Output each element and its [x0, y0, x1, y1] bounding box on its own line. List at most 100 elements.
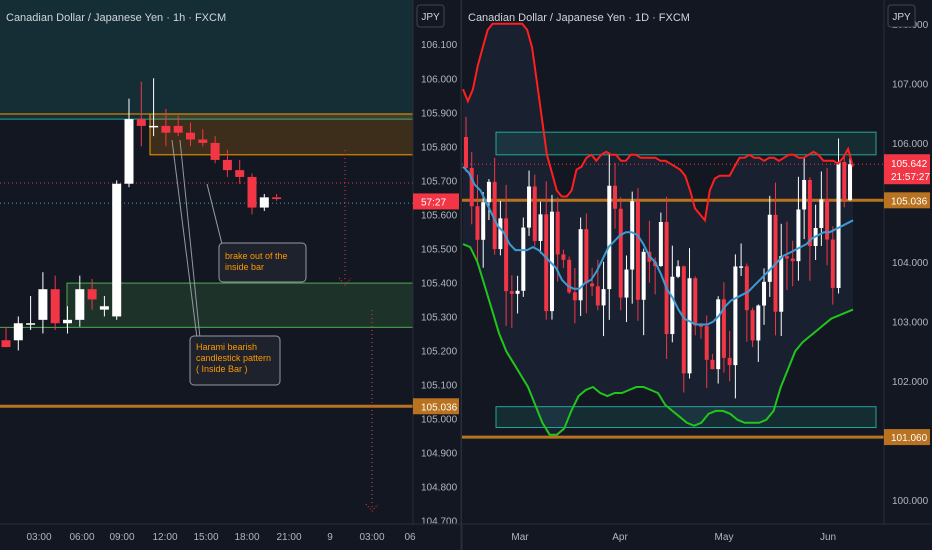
hourly-candle-body: [50, 289, 60, 324]
daily-candle-body: [618, 208, 623, 298]
hourly-candle-body: [222, 159, 232, 171]
hourly-candle-body: [173, 125, 183, 133]
daily-candle-body: [756, 305, 761, 341]
daily-candle-body: [601, 289, 606, 306]
daily-candle-body: [624, 269, 629, 298]
daily-candle-body: [716, 299, 721, 370]
daily-currency-label: JPY: [892, 12, 911, 23]
daily-price-tick: 107.000: [892, 79, 929, 90]
daily-candle-body: [515, 290, 520, 294]
daily-price-label: 105.642: [891, 159, 928, 170]
daily-candle-body: [807, 179, 812, 247]
hourly-candle-body: [112, 183, 122, 317]
daily-candle-body: [670, 276, 675, 335]
daily-candle-body: [584, 229, 589, 284]
daily-candle-body: [641, 251, 646, 300]
daily-price-tick: 103.000: [892, 318, 929, 329]
daily-candle-body: [825, 199, 830, 240]
daily-candle-body: [762, 281, 767, 306]
daily-candle-body: [630, 201, 635, 270]
harami-note-text: ( Inside Bar ): [196, 364, 248, 374]
hourly-currency-button[interactable]: JPY: [416, 4, 445, 28]
hourly-price-tick: 105.400: [421, 278, 458, 289]
daily-candle-body: [819, 199, 824, 229]
hourly-currency-label: JPY: [421, 12, 440, 23]
daily-candle-body: [475, 206, 480, 240]
daily-candle-body: [590, 283, 595, 287]
hourly-candle-body: [26, 323, 36, 325]
hourly-price-tick: 105.500: [421, 244, 458, 255]
hourly-chart-title: Canadian Dollar / Japanese Yen · 1h · FX…: [6, 12, 226, 24]
daily-candle-body: [687, 278, 692, 374]
daily-price-label: 101.060: [891, 433, 928, 444]
daily-candle-body: [698, 325, 703, 327]
hourly-price-tick: 104.700: [421, 517, 458, 528]
hourly-time-tick: 09:00: [109, 532, 134, 543]
hourly-price-tick: 105.900: [421, 108, 458, 119]
hourly-price-tick: 105.000: [421, 415, 458, 426]
daily-candle-body: [658, 221, 663, 267]
hourly-price-label: 57:27: [421, 197, 446, 208]
daily-candle-body: [676, 266, 681, 277]
daily-candle-body: [830, 239, 835, 288]
daily-candle-body: [704, 326, 709, 360]
daily-candle-body: [790, 258, 795, 262]
hourly-candle-body: [1, 340, 11, 348]
hourly-candle-body: [124, 119, 134, 184]
daily-time-tick: Mar: [511, 532, 529, 543]
hourly-chart-pane[interactable]: brake out of theinside bar Harami bearish…: [0, 0, 461, 543]
daily-candle-body: [744, 266, 749, 311]
hourly-candle-body: [247, 176, 257, 208]
daily-countdown-label: 21:57:27: [891, 172, 930, 183]
hourly-candle-body: [38, 289, 48, 320]
daily-candle-body: [486, 181, 491, 203]
daily-candle-body: [464, 136, 468, 168]
harami-note-text: candlestick pattern: [196, 353, 271, 363]
resistance-zone: [495, 131, 877, 156]
hourly-time-tick: 03:00: [26, 532, 51, 543]
daily-candle-body: [635, 201, 640, 300]
daily-candle-body: [710, 359, 715, 370]
hourly-price-label: 105.036: [421, 402, 458, 413]
daily-price-label: 105.036: [891, 196, 928, 207]
daily-candle-body: [784, 256, 789, 259]
hourly-candle-body: [210, 142, 220, 160]
hourly-price-tick: 105.800: [421, 142, 458, 153]
hourly-price-tick: 104.800: [421, 483, 458, 494]
daily-currency-button[interactable]: JPY: [887, 4, 916, 28]
hourly-candle-body: [63, 319, 72, 324]
hourly-price-ticks: 106.100 106.000 105.900 105.800 105.700 105.6…: [421, 40, 458, 527]
hourly-candle-body: [13, 323, 23, 341]
daily-candle-body: [572, 292, 577, 301]
support-zone: [495, 406, 877, 429]
daily-candle-body: [509, 291, 514, 294]
hourly-price-tick: 104.900: [421, 449, 458, 460]
daily-candle-body: [595, 286, 600, 306]
daily-candle-body: [521, 227, 526, 291]
daily-chart-pane[interactable]: Canadian Dollar / Japanese Yen · 1D · FX…: [462, 0, 932, 543]
daily-candle-body: [779, 256, 784, 312]
daily-candle-body: [848, 164, 852, 201]
hourly-price-tick: 106.100: [421, 40, 458, 51]
hourly-candle-body: [259, 197, 269, 208]
hourly-time-tick: 21:00: [276, 532, 301, 543]
daily-candle-body: [504, 218, 509, 292]
daily-candle-body: [561, 254, 566, 260]
daily-candle-body: [727, 357, 732, 366]
daily-candle-body: [527, 186, 532, 228]
breakout-note-text: inside bar: [225, 262, 264, 272]
daily-candle-body: [796, 209, 801, 262]
hourly-time-tick: 15:00: [193, 532, 218, 543]
hourly-time-tick: 12:00: [152, 532, 177, 543]
daily-candle-body: [664, 221, 669, 335]
daily-price-tick: 104.000: [892, 258, 929, 269]
daily-candle-body: [532, 186, 537, 241]
hourly-candle-body: [75, 289, 85, 320]
hourly-time-tick: 06:00: [69, 532, 94, 543]
daily-chart-title: Canadian Dollar / Japanese Yen · 1D · FX…: [468, 12, 690, 24]
harami-note-text: Harami bearish: [196, 342, 257, 352]
daily-candle-body: [836, 162, 841, 288]
hourly-time-tick: 9: [327, 532, 333, 543]
hourly-price-tick: 105.600: [421, 210, 458, 221]
daily-candle-body: [802, 179, 807, 210]
